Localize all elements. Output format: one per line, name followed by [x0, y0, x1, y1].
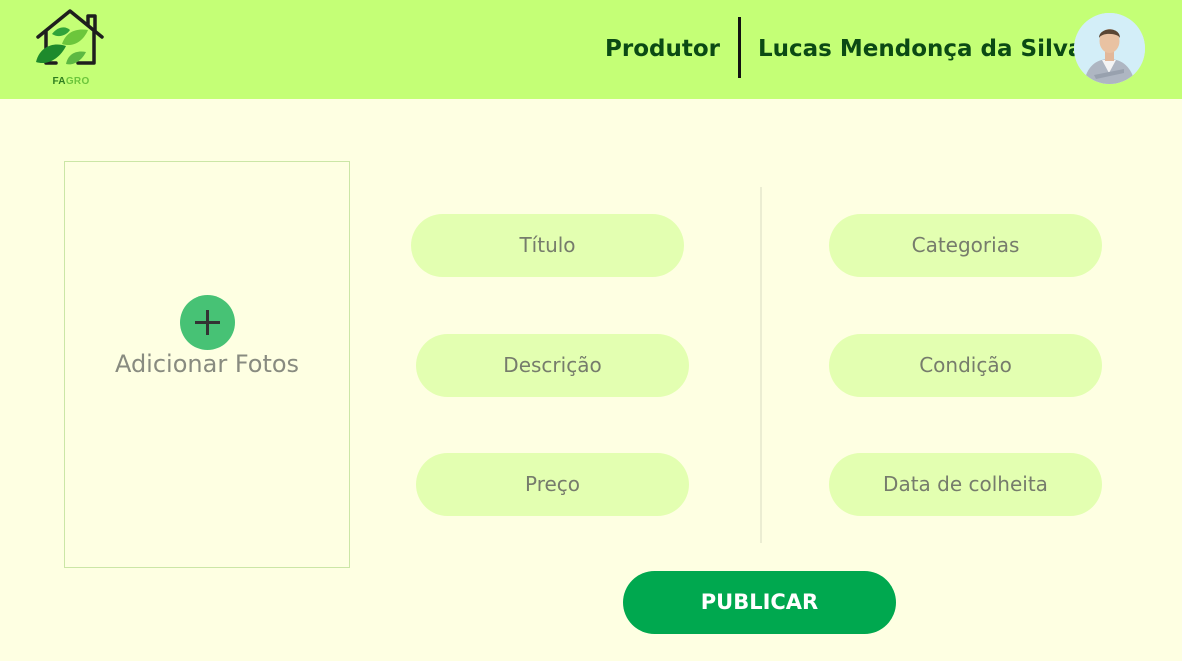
- house-with-leaves-icon: [36, 9, 104, 65]
- condition-field[interactable]: Condição: [829, 334, 1102, 397]
- user-role-label: Produtor: [605, 36, 720, 62]
- publish-button[interactable]: PUBLICAR: [623, 571, 896, 634]
- fagro-logo[interactable]: FAGRO: [32, 6, 110, 90]
- add-photo-button[interactable]: [180, 295, 235, 350]
- user-avatar[interactable]: [1074, 13, 1145, 84]
- add-photos-label[interactable]: Adicionar Fotos: [64, 350, 350, 378]
- logo-text-fa: FA: [52, 76, 66, 87]
- description-field[interactable]: Descrição: [416, 334, 689, 397]
- top-header: FAGRO Produtor Lucas Mendonça da Silva: [0, 0, 1182, 99]
- title-field[interactable]: Título: [411, 214, 684, 277]
- user-name-label[interactable]: Lucas Mendonça da Silva: [758, 36, 1083, 62]
- categories-field[interactable]: Categorias: [829, 214, 1102, 277]
- price-field[interactable]: Preço: [416, 453, 689, 516]
- header-divider: [738, 17, 741, 78]
- user-avatar-icon: [1074, 13, 1145, 84]
- logo-wordmark: FAGRO: [32, 76, 110, 87]
- plus-icon: [195, 310, 220, 335]
- harvest-date-field[interactable]: Data de colheita: [829, 453, 1102, 516]
- form-column-divider: [760, 187, 762, 543]
- logo-text-gro: GRO: [65, 76, 90, 87]
